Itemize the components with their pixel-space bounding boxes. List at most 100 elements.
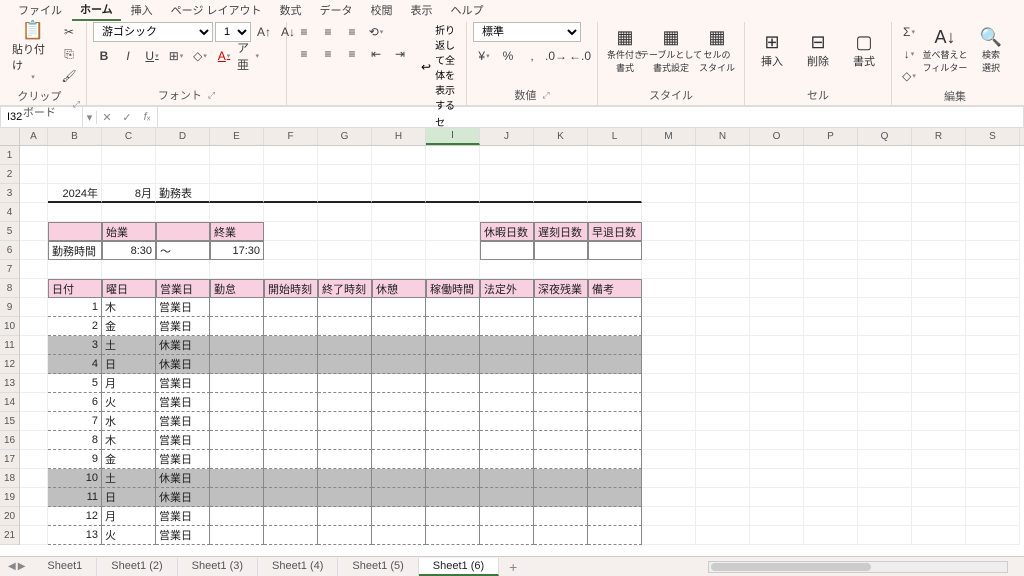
cell[interactable] (426, 431, 480, 450)
cell[interactable] (264, 165, 318, 184)
cell[interactable] (696, 412, 750, 431)
cell[interactable] (804, 165, 858, 184)
cell[interactable]: 勤怠 (210, 279, 264, 298)
bold-button[interactable]: B (93, 46, 115, 66)
cell[interactable] (642, 450, 696, 469)
col-head-M[interactable]: M (642, 128, 696, 145)
cell[interactable] (318, 374, 372, 393)
cell[interactable] (966, 526, 1020, 545)
cell[interactable] (642, 222, 696, 241)
menu-挿入[interactable]: 挿入 (123, 0, 161, 20)
cell[interactable] (804, 450, 858, 469)
row-head-17[interactable]: 17 (0, 450, 19, 469)
cell[interactable] (912, 184, 966, 203)
cell[interactable] (210, 488, 264, 507)
cell[interactable] (426, 241, 480, 260)
cell[interactable]: 営業日 (156, 526, 210, 545)
cell[interactable] (804, 412, 858, 431)
menu-データ[interactable]: データ (312, 0, 361, 20)
row-head-12[interactable]: 12 (0, 355, 19, 374)
cell[interactable] (372, 488, 426, 507)
cell[interactable] (858, 450, 912, 469)
cell[interactable] (912, 279, 966, 298)
cell[interactable] (642, 146, 696, 165)
cell[interactable] (534, 317, 588, 336)
cell[interactable] (858, 488, 912, 507)
cell[interactable] (534, 412, 588, 431)
cell[interactable] (912, 450, 966, 469)
cell[interactable] (912, 431, 966, 450)
cell[interactable] (372, 298, 426, 317)
cell[interactable]: 営業日 (156, 412, 210, 431)
cell[interactable] (210, 317, 264, 336)
cell[interactable]: 休暇日数 (480, 222, 534, 241)
cell[interactable] (480, 393, 534, 412)
cell[interactable] (318, 241, 372, 260)
cell[interactable] (264, 298, 318, 317)
cell[interactable] (210, 336, 264, 355)
cell[interactable] (642, 488, 696, 507)
cell[interactable] (966, 431, 1020, 450)
menu-校閲[interactable]: 校閲 (363, 0, 401, 20)
autosum-button[interactable]: Σ (898, 22, 920, 42)
align-bottom-button[interactable]: ≡ (341, 22, 363, 42)
horizontal-scrollbar[interactable] (708, 561, 1008, 573)
cell[interactable] (858, 374, 912, 393)
font-launcher[interactable]: ⤢ (208, 90, 215, 101)
insert-function-button[interactable]: fₓ (137, 107, 157, 127)
cell[interactable] (210, 469, 264, 488)
cell[interactable]: 13 (48, 526, 102, 545)
cell[interactable] (426, 336, 480, 355)
cell[interactable] (210, 450, 264, 469)
cell[interactable] (966, 222, 1020, 241)
cell[interactable] (750, 165, 804, 184)
cell[interactable]: 営業日 (156, 298, 210, 317)
indent-increase-button[interactable]: ⇥ (389, 44, 411, 64)
cell[interactable] (156, 222, 210, 241)
cell[interactable] (858, 260, 912, 279)
cell[interactable] (750, 469, 804, 488)
cell[interactable] (966, 488, 1020, 507)
cell[interactable]: 6 (48, 393, 102, 412)
cell[interactable] (318, 526, 372, 545)
cell[interactable]: 火 (102, 393, 156, 412)
align-middle-button[interactable]: ≡ (317, 22, 339, 42)
cell[interactable] (156, 260, 210, 279)
cell[interactable] (426, 222, 480, 241)
cell[interactable] (804, 203, 858, 222)
cell[interactable] (912, 488, 966, 507)
col-head-H[interactable]: H (372, 128, 426, 145)
cell[interactable] (264, 412, 318, 431)
cell[interactable] (912, 165, 966, 184)
column-headers[interactable]: ABCDEFGHIJKLMNOPQRS (20, 128, 1024, 146)
cell[interactable] (642, 336, 696, 355)
menu-数式[interactable]: 数式 (272, 0, 310, 20)
cell[interactable] (642, 374, 696, 393)
cell[interactable] (426, 450, 480, 469)
cell[interactable] (804, 241, 858, 260)
cell[interactable] (534, 260, 588, 279)
cell[interactable] (264, 260, 318, 279)
cell[interactable] (804, 374, 858, 393)
cell[interactable]: 休業日 (156, 469, 210, 488)
cell[interactable] (426, 355, 480, 374)
cell[interactable] (750, 241, 804, 260)
cell[interactable] (318, 146, 372, 165)
cell[interactable] (696, 203, 750, 222)
col-head-B[interactable]: B (48, 128, 102, 145)
row-head-7[interactable]: 7 (0, 260, 19, 279)
select-all-corner[interactable] (0, 128, 20, 146)
cell[interactable]: 金 (102, 317, 156, 336)
cell[interactable] (858, 355, 912, 374)
cell[interactable] (426, 260, 480, 279)
format-cells-button[interactable]: ▢書式 (843, 22, 885, 78)
col-head-K[interactable]: K (534, 128, 588, 145)
cell[interactable] (804, 336, 858, 355)
cell[interactable] (210, 165, 264, 184)
cell[interactable] (804, 146, 858, 165)
cell[interactable] (642, 203, 696, 222)
cell[interactable] (372, 241, 426, 260)
cell[interactable] (750, 412, 804, 431)
cell[interactable] (372, 355, 426, 374)
row-head-15[interactable]: 15 (0, 412, 19, 431)
